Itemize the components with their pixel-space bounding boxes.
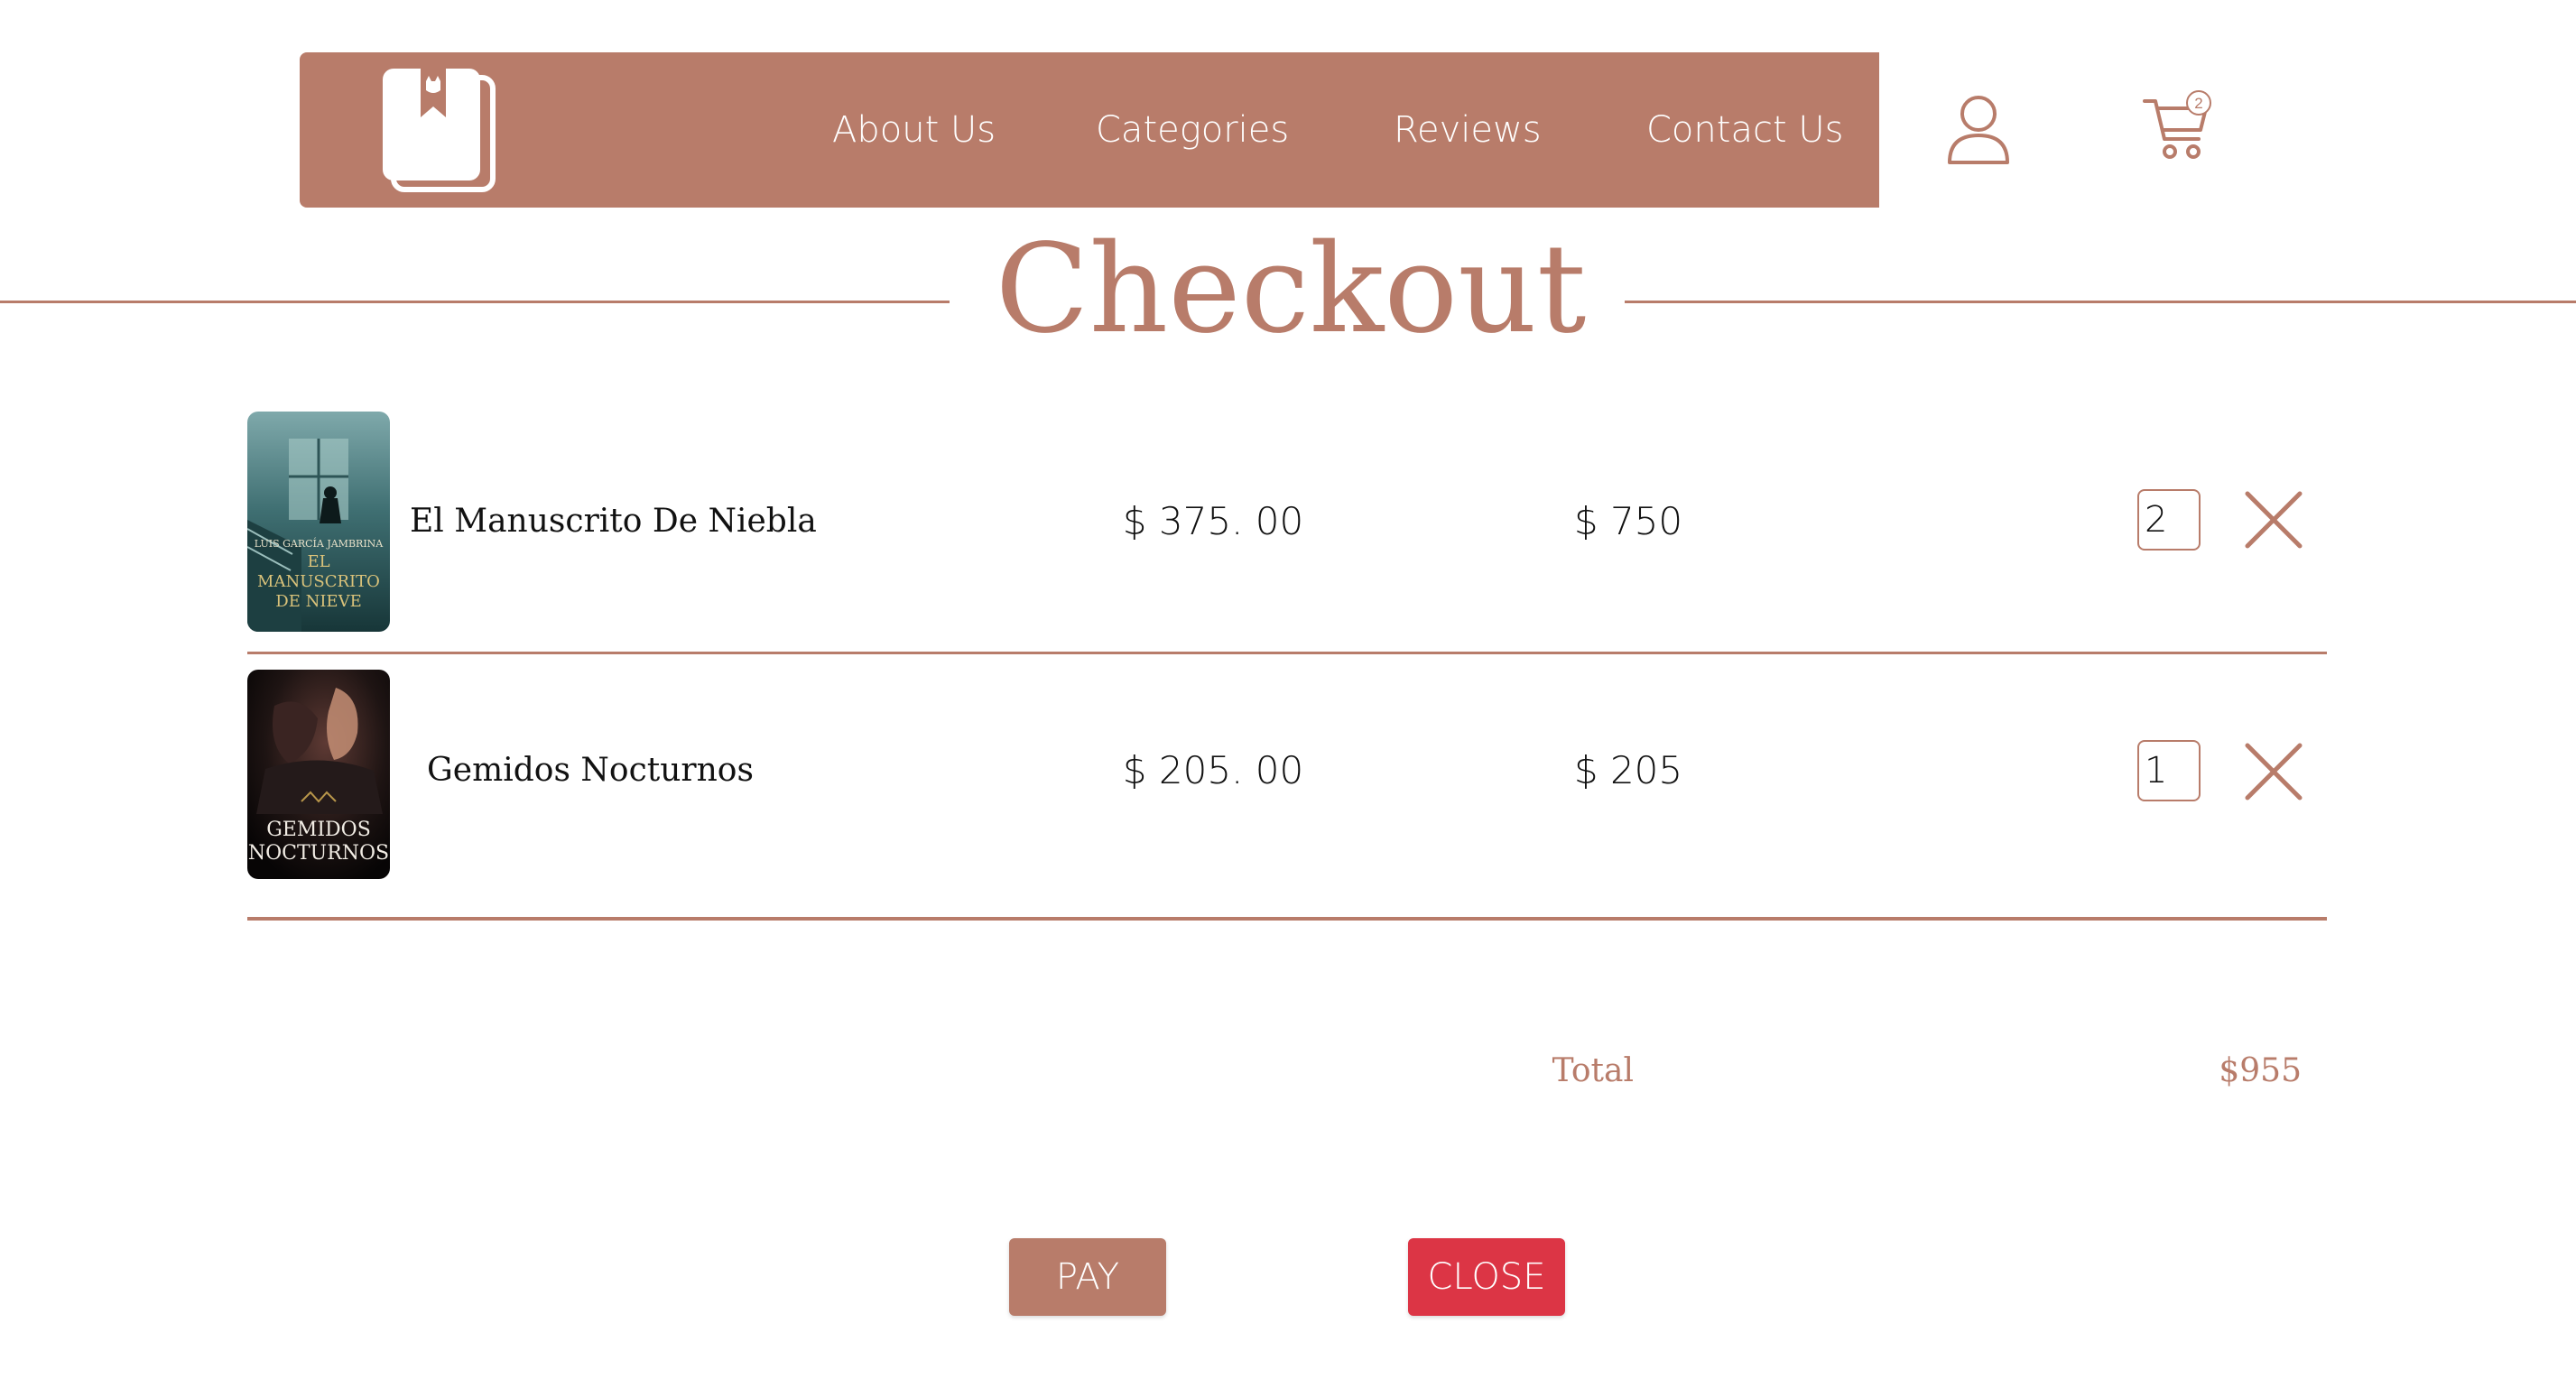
quantity-input[interactable]: 1 (2137, 740, 2201, 801)
user-icon[interactable] (1946, 94, 2011, 166)
item-name: El Manuscrito De Niebla (410, 503, 817, 540)
nav-about-us[interactable]: About Us (832, 52, 996, 208)
page-title: Checkout (995, 218, 1587, 361)
remove-item-close-icon[interactable] (2244, 742, 2303, 801)
total-value: $955 (2219, 1052, 2302, 1089)
cover-title-line: DE NIEVE (275, 592, 361, 611)
cart-item-row: LUIS GARCÍA JAMBRINA EL MANUSCRITO DE NI… (247, 410, 2327, 654)
item-name: Gemidos Nocturnos (427, 752, 754, 789)
title-divider-left (0, 301, 950, 303)
item-price: $ 205. 00 (1122, 748, 1304, 792)
checkout-page: About Us Categories Reviews Contact Us 2… (0, 0, 2576, 1379)
cart-item-row: GEMIDOS NOCTURNOS Gemidos Nocturnos $ 20… (247, 668, 2327, 921)
remove-item-close-icon[interactable] (2244, 490, 2303, 550)
item-subtotal: $ 750 (1573, 499, 1683, 543)
cover-title-line: MANUSCRITO (257, 572, 380, 591)
top-navbar: About Us Categories Reviews Contact Us (300, 52, 1879, 208)
item-price: $ 375. 00 (1122, 499, 1304, 543)
total-label: Total (1552, 1052, 1634, 1089)
cart-count-badge: 2 (2194, 95, 2202, 112)
item-subtotal: $ 205 (1573, 748, 1683, 792)
quantity-input[interactable]: 2 (2137, 489, 2201, 551)
pay-button[interactable]: PAY (1009, 1238, 1166, 1316)
book-cover-image: LUIS GARCÍA JAMBRINA EL MANUSCRITO DE NI… (247, 412, 390, 632)
cart-icon[interactable]: 2 (2143, 88, 2215, 164)
cover-title-line: EL (307, 552, 329, 571)
close-button[interactable]: CLOSE (1408, 1238, 1565, 1316)
nav-categories[interactable]: Categories (1096, 52, 1289, 208)
title-divider-right (1625, 301, 2576, 303)
cover-title-line: GEMIDOS (266, 819, 371, 841)
book-cover-image: GEMIDOS NOCTURNOS (247, 670, 390, 879)
cover-author: LUIS GARCÍA JAMBRINA (255, 537, 385, 550)
nav-contact-us[interactable]: Contact Us (1646, 52, 1843, 208)
book-with-bookmark-icon[interactable] (381, 69, 498, 193)
nav-reviews[interactable]: Reviews (1394, 52, 1542, 208)
cover-title-line: NOCTURNOS (248, 842, 389, 865)
